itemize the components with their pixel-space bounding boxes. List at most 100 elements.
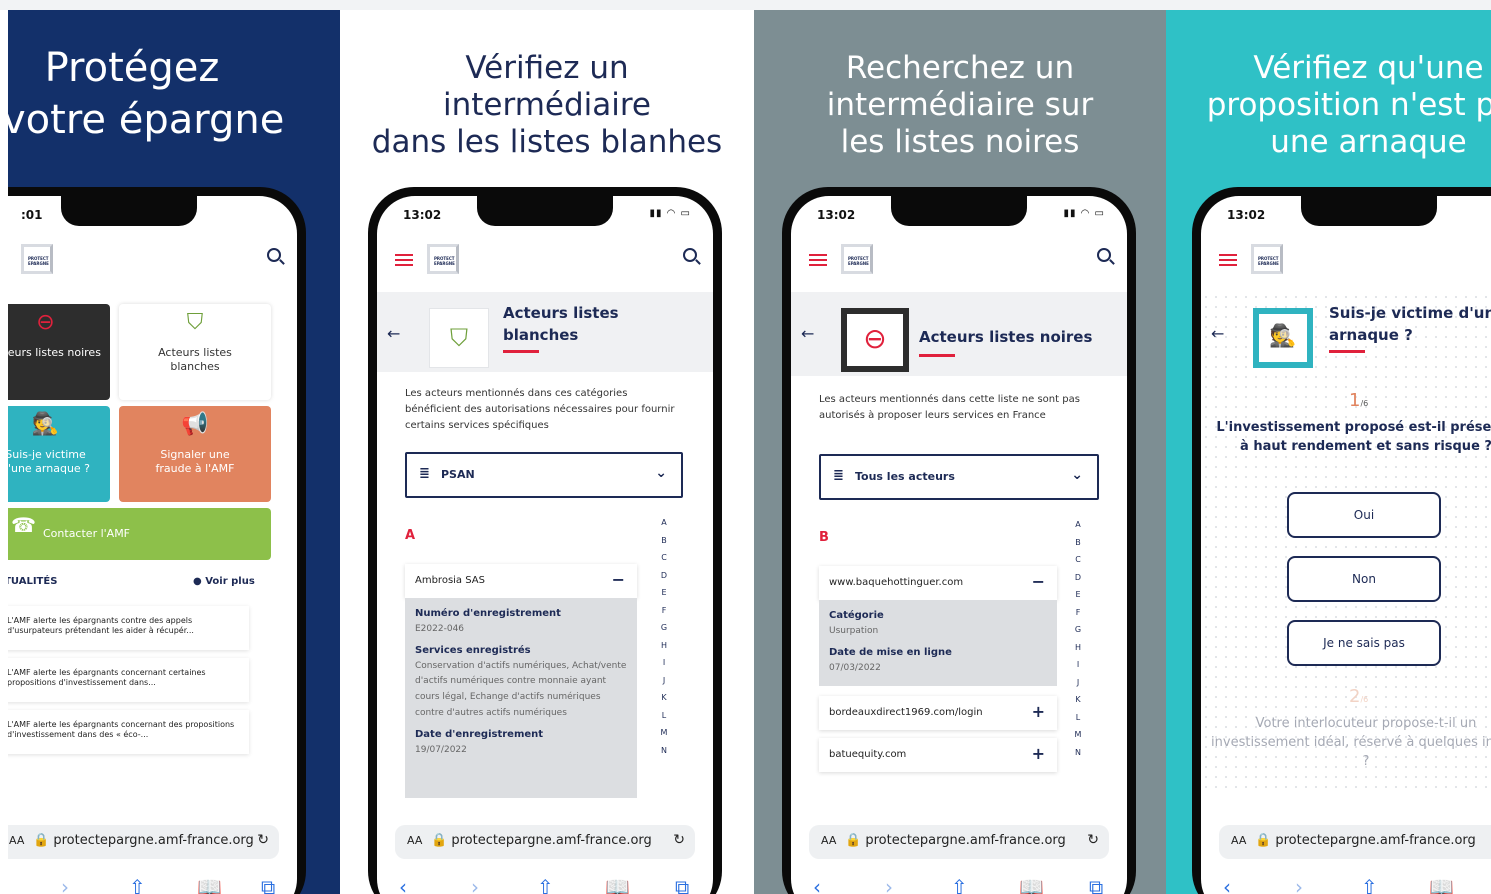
search-icon[interactable] bbox=[683, 248, 697, 262]
browser-url-bar[interactable]: AA 🔒 protectepargne.amf-france.org ↻ bbox=[395, 825, 695, 859]
forward-icon[interactable]: › bbox=[885, 875, 893, 894]
bookmarks-icon[interactable]: 📖 bbox=[605, 875, 630, 894]
text-size-icon[interactable]: AA bbox=[9, 834, 24, 847]
list-item[interactable]: bordeauxdirect1969.com/login + bbox=[819, 696, 1057, 730]
tabs-icon[interactable]: ⧉ bbox=[675, 875, 689, 894]
alpha-letter[interactable]: G bbox=[659, 619, 669, 637]
list-item[interactable]: Ambrosia SAS − bbox=[405, 564, 637, 598]
answer-yes-button[interactable]: Oui bbox=[1287, 492, 1441, 538]
alpha-letter[interactable]: N bbox=[1073, 744, 1083, 762]
list-item[interactable]: batuequity.com + bbox=[819, 738, 1057, 772]
forward-icon[interactable]: › bbox=[61, 875, 69, 894]
app-bar: PROTECT EPARGNE bbox=[1201, 236, 1491, 280]
share-icon[interactable]: ⇧ bbox=[1361, 875, 1378, 894]
reload-icon[interactable]: ↻ bbox=[673, 832, 685, 848]
browser-url-bar[interactable]: AA 🔒 protectepargne.amf-france.org ↻ bbox=[809, 825, 1109, 859]
news-text: L'AMF alerte les épargnants concernant c… bbox=[8, 668, 206, 687]
category-select[interactable]: ≣ PSAN ⌄ bbox=[405, 452, 683, 498]
category-select[interactable]: ≣ Tous les acteurs ⌄ bbox=[819, 454, 1099, 500]
reload-icon[interactable]: ↻ bbox=[1087, 832, 1099, 848]
forward-icon[interactable]: › bbox=[471, 875, 479, 894]
alpha-letter[interactable]: D bbox=[659, 567, 669, 585]
alpha-letter[interactable]: B bbox=[1073, 534, 1083, 552]
alpha-letter[interactable]: L bbox=[659, 707, 669, 725]
alpha-letter[interactable]: F bbox=[659, 602, 669, 620]
news-item[interactable]: L'AMF alerte les épargnants concernant c… bbox=[8, 658, 249, 702]
alpha-letter[interactable]: I bbox=[1073, 656, 1083, 674]
browser-url-bar[interactable]: AA 🔒 protectepargne.amf-france.org ↻ bbox=[8, 825, 279, 859]
news-item[interactable]: L'AMF alerte les épargnants contre des a… bbox=[8, 606, 249, 650]
collapse-icon[interactable]: − bbox=[1032, 572, 1045, 591]
alpha-letter[interactable]: J bbox=[659, 672, 669, 690]
news-item[interactable]: L'AMF alerte les épargnants concernant d… bbox=[8, 710, 249, 754]
share-icon[interactable]: ⇧ bbox=[537, 875, 554, 894]
text-size-icon[interactable]: AA bbox=[407, 834, 422, 847]
alpha-letter[interactable]: L bbox=[1073, 709, 1083, 727]
menu-icon[interactable] bbox=[395, 254, 413, 266]
back-arrow-icon[interactable]: ← bbox=[1211, 324, 1224, 343]
protect-epargne-logo[interactable]: PROTECT EPARGNE bbox=[1251, 244, 1283, 274]
list-item-name: Ambrosia SAS bbox=[415, 575, 485, 586]
expand-icon[interactable]: + bbox=[1032, 702, 1045, 721]
alpha-letter[interactable]: M bbox=[659, 724, 669, 742]
back-arrow-icon[interactable]: ← bbox=[801, 324, 814, 343]
alpha-letter[interactable]: J bbox=[1073, 674, 1083, 692]
search-icon[interactable] bbox=[1097, 248, 1111, 262]
bookmarks-icon[interactable]: 📖 bbox=[1019, 875, 1044, 894]
tabs-icon[interactable]: ⧉ bbox=[261, 875, 275, 894]
tabs-icon[interactable]: ⧉ bbox=[1089, 875, 1103, 894]
text-size-icon[interactable]: AA bbox=[821, 834, 836, 847]
collapse-icon[interactable]: − bbox=[612, 570, 625, 589]
browser-url-bar[interactable]: AA 🔒 protectepargne.amf-france.org bbox=[1219, 825, 1491, 859]
alpha-letter[interactable]: G bbox=[1073, 621, 1083, 639]
tile-black-list[interactable]: ⊖ Acteurs listes noires bbox=[8, 304, 110, 400]
alpha-letter[interactable]: N bbox=[659, 742, 669, 760]
tile-white-list[interactable]: ⛉ Acteurs listes blanches bbox=[119, 304, 271, 400]
share-icon[interactable]: ⇧ bbox=[951, 875, 968, 894]
alpha-letter[interactable]: D bbox=[1073, 569, 1083, 587]
menu-icon[interactable] bbox=[1219, 254, 1237, 266]
alpha-letter[interactable]: F bbox=[1073, 604, 1083, 622]
search-icon[interactable] bbox=[267, 248, 281, 262]
bookmarks-icon[interactable]: 📖 bbox=[1429, 875, 1454, 894]
tile-report-fraud[interactable]: 📢 Signaler une fraude à l'AMF bbox=[119, 406, 271, 502]
back-arrow-icon[interactable]: ← bbox=[387, 324, 400, 343]
detail-value: 19/07/2022 bbox=[415, 744, 467, 755]
page-title-line: Suis-je victime d'une bbox=[1329, 304, 1491, 322]
alpha-letter[interactable]: E bbox=[1073, 586, 1083, 604]
protect-epargne-logo[interactable]: PROTECT EPARGNE bbox=[427, 244, 459, 274]
reload-icon[interactable]: ↻ bbox=[257, 832, 269, 848]
alphabet-index[interactable]: A B C D E F G H I J K L M N bbox=[1073, 516, 1083, 761]
alpha-letter[interactable]: C bbox=[659, 549, 669, 567]
alpha-letter[interactable]: A bbox=[1073, 516, 1083, 534]
alphabet-index[interactable]: A B C D E F G H I J K L M N bbox=[659, 514, 669, 759]
tile-contact-amf[interactable]: ☎ Contacter l'AMF bbox=[8, 508, 271, 560]
expand-icon[interactable]: + bbox=[1032, 744, 1045, 763]
share-icon[interactable]: ⇧ bbox=[129, 875, 146, 894]
menu-icon[interactable] bbox=[809, 254, 827, 266]
alpha-letter[interactable]: M bbox=[1073, 726, 1083, 744]
back-icon[interactable]: ‹ bbox=[399, 875, 407, 894]
back-icon[interactable]: ‹ bbox=[1223, 875, 1231, 894]
answer-no-button[interactable]: Non bbox=[1287, 556, 1441, 602]
alpha-letter[interactable]: K bbox=[1073, 691, 1083, 709]
back-icon[interactable]: ‹ bbox=[813, 875, 821, 894]
protect-epargne-logo[interactable]: PROTECT EPARGNE bbox=[841, 244, 873, 274]
list-item[interactable]: www.baquehottinguer.com − bbox=[819, 566, 1057, 600]
alpha-letter[interactable]: I bbox=[659, 654, 669, 672]
answer-unsure-button[interactable]: Je ne sais pas bbox=[1287, 620, 1441, 666]
alpha-letter[interactable]: C bbox=[1073, 551, 1083, 569]
alpha-letter[interactable]: A bbox=[659, 514, 669, 532]
text-size-icon[interactable]: AA bbox=[1231, 834, 1246, 847]
protect-epargne-logo[interactable]: PROTECT EPARGNE bbox=[21, 244, 53, 274]
alpha-letter[interactable]: H bbox=[1073, 639, 1083, 657]
tile-scam-check[interactable]: 🕵 Suis-je victime d'une arnaque ? bbox=[8, 406, 110, 502]
alpha-letter[interactable]: H bbox=[659, 637, 669, 655]
see-more-link[interactable]: ● Voir plus bbox=[193, 576, 255, 587]
bookmarks-icon[interactable]: 📖 bbox=[197, 875, 222, 894]
alpha-letter[interactable]: B bbox=[659, 532, 669, 550]
status-icons: ▮▮ ◠ ▭ bbox=[649, 208, 691, 219]
forward-icon[interactable]: › bbox=[1295, 875, 1303, 894]
alpha-letter[interactable]: K bbox=[659, 689, 669, 707]
alpha-letter[interactable]: E bbox=[659, 584, 669, 602]
